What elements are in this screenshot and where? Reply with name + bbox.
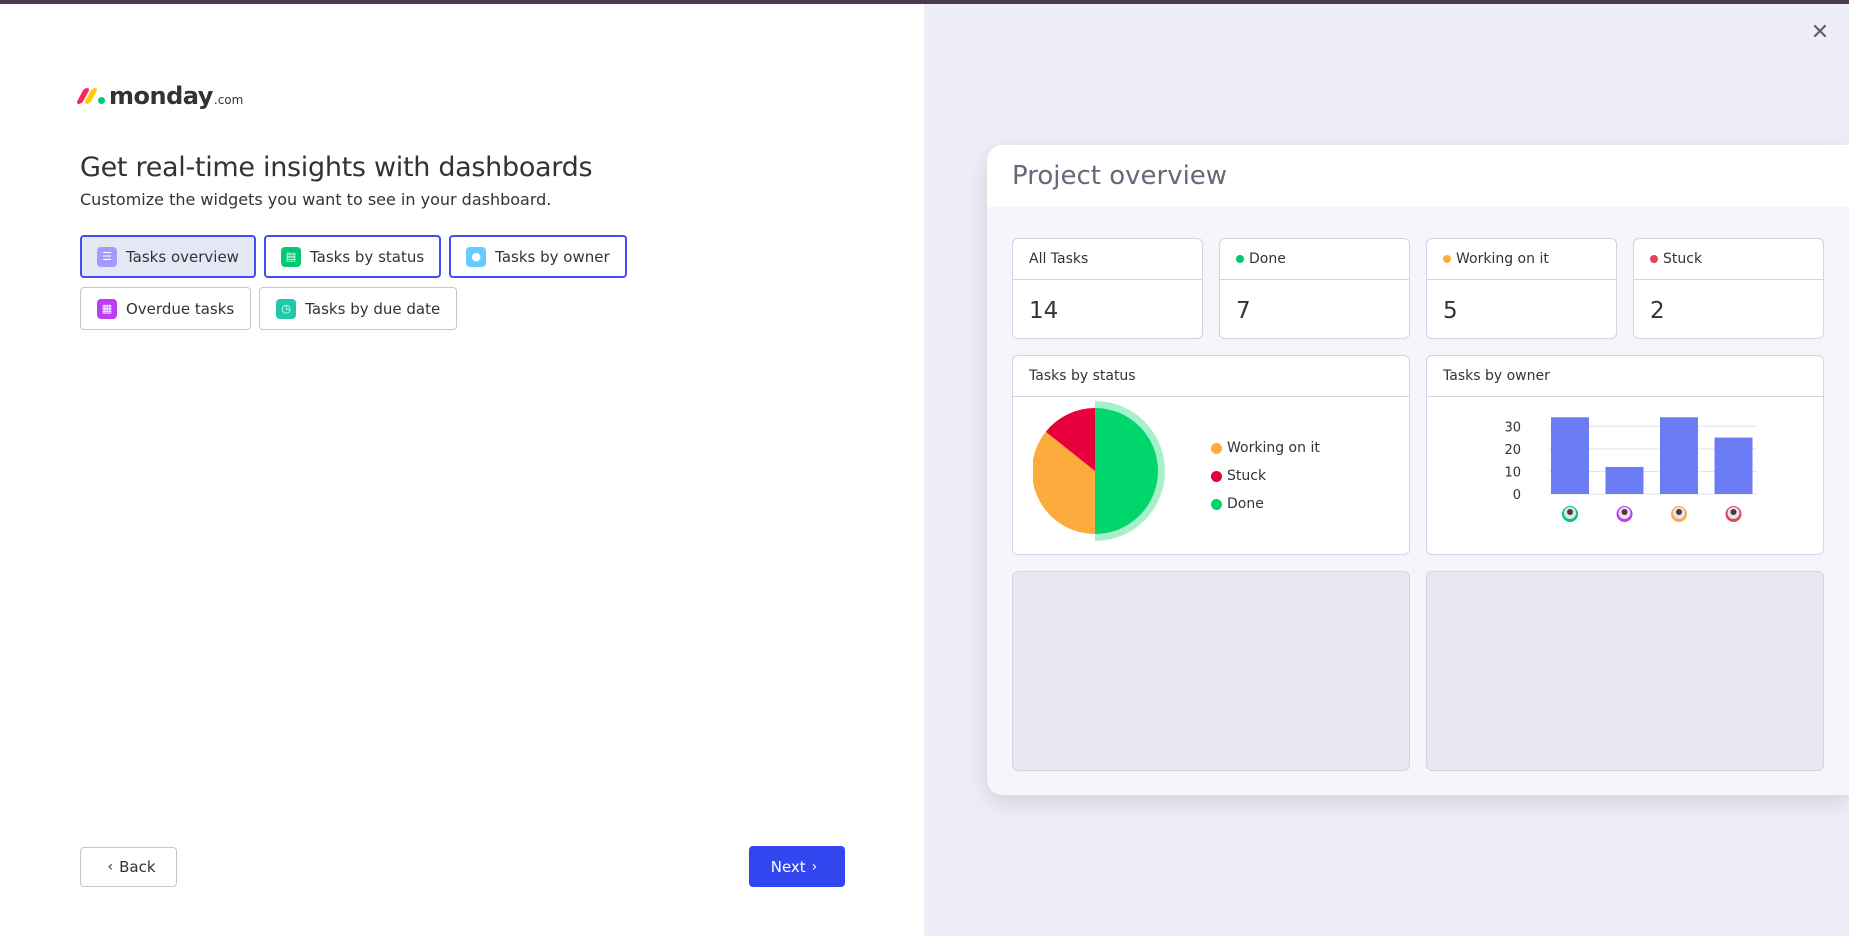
page-title: Get real-time insights with dashboards [80,152,593,183]
bar-owner-4 [1714,437,1753,494]
stat-label: Working on it [1456,251,1549,267]
status-dot [1236,255,1244,263]
legend-dot [1211,442,1222,454]
monday-logo: monday .com [75,82,244,114]
stat-card-header: All Tasks [1013,239,1202,280]
stat-label: Done [1249,251,1286,267]
y-tick-label: 30 [1504,420,1521,435]
widget-options: ☰ Tasks overview ▤ Tasks by status ● Tas… [80,235,680,339]
chevron-right-icon: › [811,858,818,875]
empty-widget-slot [1426,571,1824,771]
stat-label: All Tasks [1029,251,1089,267]
legend-dot [1211,470,1222,482]
close-icon[interactable]: ✕ [1808,21,1832,45]
legend-label: Done [1227,496,1264,512]
wizard-left-pane: monday .com Get real-time insights with … [0,0,924,936]
stat-value: 2 [1650,298,1665,324]
widget-row: ☰ Tasks overview ▤ Tasks by status ● Tas… [80,235,680,278]
back-button-label: Back [119,858,156,876]
stat-value: 7 [1236,298,1251,324]
widget-tasks-by-status-button[interactable]: ▤ Tasks by status [263,235,442,278]
widget-tasks-by-owner-button[interactable]: ● Tasks by owner [449,235,627,278]
widget-label: Tasks by status [309,247,425,266]
logo-suffix: .com [213,93,244,107]
logo-mark-icon [75,82,105,104]
empty-widget-slot [1012,571,1410,771]
list-icon: ☰ [97,246,117,267]
widget-label: Tasks by due date [305,299,441,318]
calendar-icon: ▦ [97,298,117,319]
y-tick-label: 20 [1504,443,1521,458]
dashboard-preview: Project overview All Tasks 14 Done 7 Wor… [987,145,1849,795]
status-pie-chart [1033,401,1165,541]
bar-owner-1 [1551,417,1589,494]
card-title: Tasks by status [1029,368,1136,384]
stat-card-all-tasks: All Tasks 14 [1012,238,1203,339]
widget-overdue-tasks-button[interactable]: ▦ Overdue tasks [80,287,252,330]
legend-item: Done [1211,490,1320,518]
y-tick-label: 10 [1504,465,1521,480]
stat-card-header: Working on it [1427,239,1616,280]
owner-avatar-hair [1567,509,1573,515]
owner-avatar-hair [1730,509,1737,515]
back-button[interactable]: ‹ Back [80,847,177,887]
legend-item: Working on it [1211,434,1320,462]
card-title: Tasks by owner [1443,368,1550,384]
status-dot [1443,255,1451,263]
widget-tasks-overview-button[interactable]: ☰ Tasks overview [80,235,256,278]
status-dot [1650,255,1658,263]
chevron-left-icon: ‹ [107,859,114,875]
clock-icon: ◷ [276,298,297,319]
tasks-by-status-card: Tasks by status Working on it Stuck Done [1012,355,1410,555]
stat-card-header: Done [1220,239,1409,280]
stat-card-working-on-it: Working on it 5 [1426,238,1617,339]
card-header: Tasks by owner [1427,356,1823,397]
legend-item: Stuck [1211,462,1320,490]
stat-card-header: Stuck [1634,239,1823,280]
stat-card-stuck: Stuck 2 [1633,238,1824,339]
next-button-label: Next [770,857,806,876]
owner-bar-chart: 30 20 10 0 [1504,417,1757,522]
legend-label: Working on it [1227,440,1320,456]
pie-legend: Working on it Stuck Done [1211,434,1320,518]
widget-label: Tasks overview [126,247,239,266]
page-subtitle: Customize the widgets you want to see in… [80,190,552,209]
card-header: Tasks by status [1013,356,1409,397]
logo-wordmark: monday [109,82,213,110]
y-tick-label: 0 [1513,488,1521,503]
widget-label: Tasks by owner [495,247,610,266]
owner-avatar-hair [1621,509,1628,515]
stat-label: Stuck [1663,251,1703,267]
owner-avatar-hair [1676,509,1682,515]
widget-row: ▦ Overdue tasks ◷ Tasks by due date [80,287,680,330]
dashboard-title: Project overview [1012,161,1228,191]
widget-label: Overdue tasks [126,299,235,318]
dashboard-header: Project overview [987,145,1849,207]
legend-dot [1211,498,1222,510]
stat-value: 14 [1029,298,1059,324]
tasks-by-owner-card: Tasks by owner 30 20 10 0 [1426,355,1824,555]
person-icon: ● [466,246,487,267]
stat-card-done: Done 7 [1219,238,1410,339]
widget-tasks-by-due-date-button[interactable]: ◷ Tasks by due date [259,287,458,330]
legend-label: Stuck [1227,468,1267,484]
stat-value: 5 [1443,298,1458,324]
window-top-bar [0,0,1849,4]
status-icon: ▤ [280,246,301,267]
next-button[interactable]: Next › [749,846,845,887]
bar-owner-2 [1605,466,1644,494]
bar-owner-3 [1660,417,1698,494]
